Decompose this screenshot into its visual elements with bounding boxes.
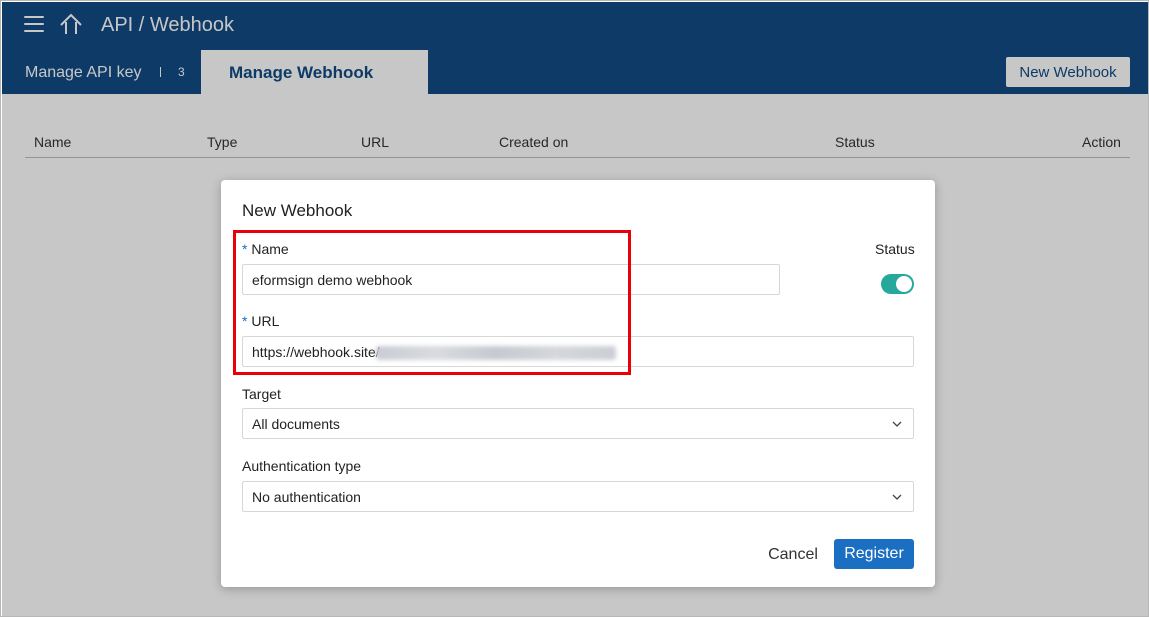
target-label: Target <box>242 386 281 402</box>
chevron-down-icon <box>892 494 902 500</box>
app-frame: API / Webhook Manage API key 3 Manage We… <box>0 0 1149 617</box>
target-selected-value: All documents <box>252 416 340 432</box>
status-toggle[interactable] <box>881 274 914 294</box>
toggle-knob <box>896 276 912 292</box>
redacted-url-segment <box>376 346 616 360</box>
name-input[interactable] <box>242 264 780 295</box>
name-label-text: Name <box>251 241 289 257</box>
url-label-text: URL <box>251 313 280 329</box>
register-button[interactable]: Register <box>834 539 914 569</box>
auth-selected-value: No authentication <box>252 489 361 505</box>
auth-type-select[interactable]: No authentication <box>242 481 914 512</box>
status-label: Status <box>875 241 915 257</box>
required-mark: * <box>242 241 248 257</box>
modal-backdrop-top <box>2 2 1148 94</box>
target-select[interactable]: All documents <box>242 408 914 439</box>
required-mark: * <box>242 313 248 329</box>
chevron-down-icon <box>892 421 902 427</box>
cancel-button[interactable]: Cancel <box>765 541 821 569</box>
url-label: * URL <box>242 313 279 329</box>
dialog-title: New Webhook <box>242 201 353 220</box>
auth-type-label: Authentication type <box>242 458 362 474</box>
name-label: * Name <box>242 241 289 257</box>
new-webhook-dialog: New Webhook * Name Status * URL Target A… <box>221 180 935 587</box>
